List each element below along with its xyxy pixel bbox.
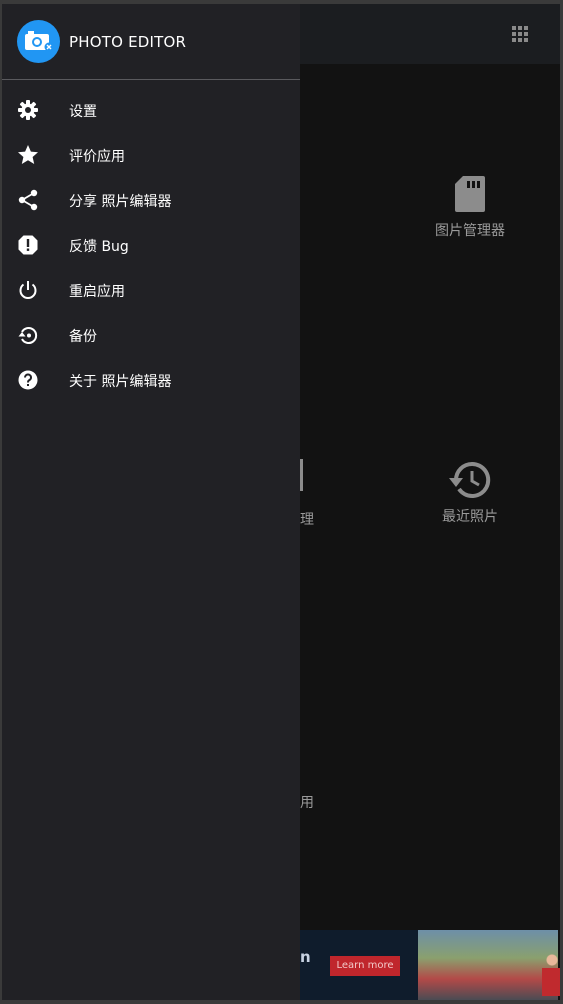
menu-item-settings[interactable]: 设置 (2, 88, 300, 133)
ad-banner[interactable]: n Learn more (300, 930, 560, 1000)
restore-icon (18, 327, 38, 344)
camera-icon (25, 31, 54, 52)
share-icon (18, 189, 38, 211)
recent-photos-label: 最近照片 (442, 509, 498, 525)
menu-item-label: 备份 (69, 329, 97, 345)
ad-text: n (300, 948, 311, 966)
menu-item-report-bug[interactable]: 反馈 Bug (2, 223, 300, 268)
drawer-menu: 设置 评价应用 分享 照片编辑器 反馈 Bug 重启应用 备份 关于 照片编辑器 (2, 88, 300, 403)
partial-tile-label: 理 (300, 512, 314, 528)
app-screen: 图片管理器 最近照片 理 用 n Learn more PHOTO EDITOR… (2, 4, 560, 1000)
menu-item-rate-app[interactable]: 评价应用 (2, 133, 300, 178)
ad-image (418, 930, 560, 1000)
drawer-header: PHOTO EDITOR (2, 4, 300, 80)
partial-tile-label: 用 (300, 795, 314, 811)
ad-learn-more-button[interactable]: Learn more (330, 956, 400, 976)
app-title: PHOTO EDITOR (69, 33, 187, 51)
help-icon (18, 370, 38, 390)
partial-tile-icon (300, 459, 303, 491)
sd-card-icon (455, 176, 485, 212)
menu-item-label: 重启应用 (69, 284, 125, 300)
menu-item-backup[interactable]: 备份 (2, 313, 300, 358)
history-icon (449, 461, 491, 498)
menu-item-label: 设置 (69, 104, 97, 120)
app-logo (17, 20, 60, 63)
grid-icon[interactable] (512, 26, 528, 42)
navigation-drawer: PHOTO EDITOR 设置 评价应用 分享 照片编辑器 反馈 Bug 重启应… (2, 4, 300, 1000)
menu-item-about[interactable]: 关于 照片编辑器 (2, 358, 300, 403)
menu-item-share[interactable]: 分享 照片编辑器 (2, 178, 300, 223)
menu-item-label: 反馈 Bug (69, 239, 129, 255)
menu-item-label: 分享 照片编辑器 (69, 194, 172, 210)
picture-manager-tile[interactable]: 图片管理器 (420, 174, 520, 240)
menu-item-label: 评价应用 (69, 149, 125, 165)
power-icon (19, 281, 37, 299)
picture-manager-label: 图片管理器 (435, 223, 505, 239)
menu-item-label: 关于 照片编辑器 (69, 374, 172, 390)
alert-icon (18, 235, 38, 255)
recent-photos-tile[interactable]: 最近照片 (420, 460, 520, 526)
menu-item-restart[interactable]: 重启应用 (2, 268, 300, 313)
star-icon (18, 145, 38, 164)
gear-icon (18, 100, 38, 120)
